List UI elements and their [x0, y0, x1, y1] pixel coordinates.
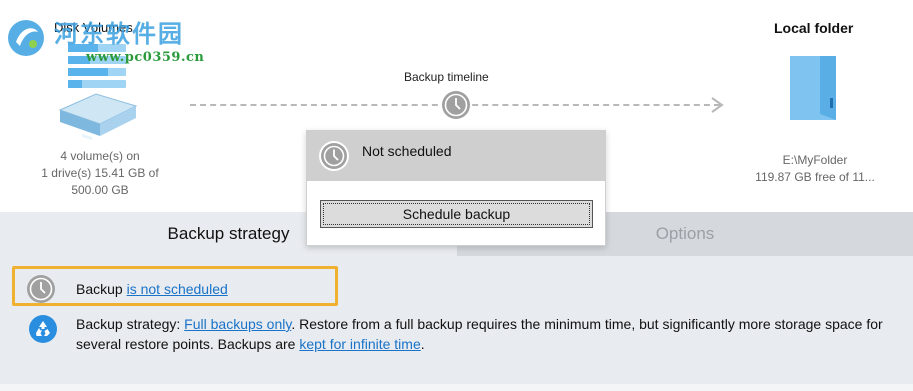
schedule-status-text: Backup is not scheduled	[76, 281, 228, 297]
retention-link[interactable]: kept for infinite time	[299, 336, 420, 352]
destination-free-space: 119.87 GB free of 11...	[755, 170, 875, 184]
schedule-link[interactable]: is not scheduled	[127, 281, 228, 297]
source-info: 4 volume(s) on 1 drive(s) 15.41 GB of 50…	[20, 148, 180, 199]
clock-icon[interactable]	[441, 90, 471, 120]
popup-header: Not scheduled	[307, 131, 605, 181]
source-info-line: 4 volume(s) on	[60, 149, 140, 163]
clock-icon	[319, 141, 349, 171]
recycle-icon	[29, 315, 57, 343]
destination-info: E:\MyFolder 119.87 GB free of 11...	[740, 152, 890, 186]
clock-icon	[27, 275, 55, 303]
schedule-popup: Not scheduled Schedule backup	[306, 130, 606, 246]
schedule-prefix: Backup	[76, 281, 127, 297]
timeline-label: Backup timeline	[404, 70, 489, 84]
destination-title: Local folder	[774, 20, 854, 36]
panel-bottom-edge	[0, 384, 913, 391]
source-info-line: 500.00 GB	[71, 183, 129, 197]
watermark-logo-icon	[8, 20, 44, 56]
watermark-url: www.pc0359.cn	[86, 50, 205, 65]
popup-title: Not scheduled	[362, 143, 452, 159]
folder-icon[interactable]	[786, 54, 842, 122]
strategy-description: Backup strategy: Full backups only. Rest…	[76, 314, 896, 354]
destination-path: E:\MyFolder	[782, 153, 848, 167]
watermark-text: 河东软件园	[54, 19, 184, 48]
strategy-prefix: Backup strategy:	[76, 316, 185, 332]
full-backups-link[interactable]: Full backups only	[184, 316, 291, 332]
source-info-line: 1 drive(s) 15.41 GB of	[41, 166, 159, 180]
schedule-backup-button[interactable]: Schedule backup	[320, 200, 593, 228]
strategy-suffix: .	[420, 336, 425, 352]
arrow-right-icon	[711, 97, 724, 113]
